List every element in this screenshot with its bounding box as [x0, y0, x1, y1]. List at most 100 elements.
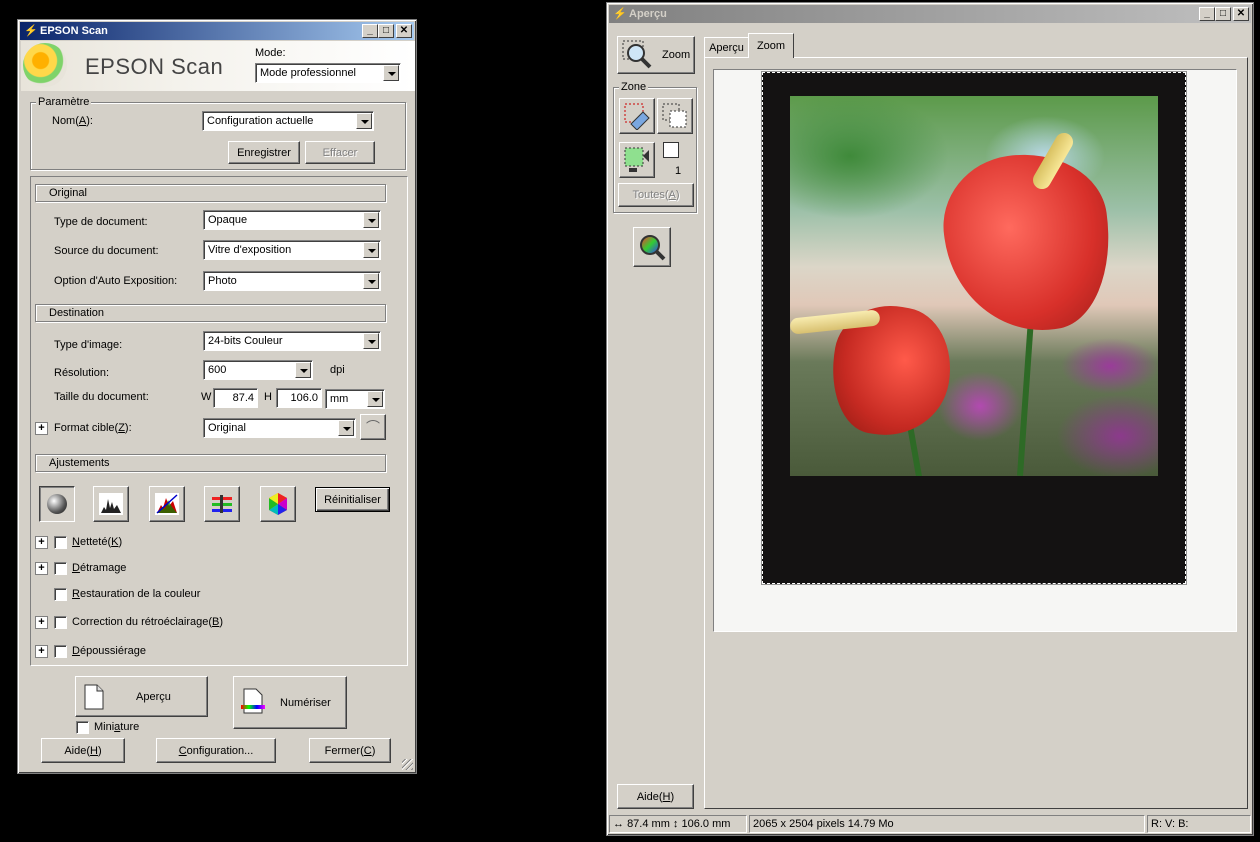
scan-preview-area[interactable] [713, 69, 1237, 632]
tab-zoom[interactable]: Zoom [748, 33, 794, 58]
backlight-label: Correction du rétroéclairage(B) [72, 616, 224, 628]
chevron-down-icon[interactable] [363, 212, 379, 228]
erase-zone-button[interactable] [619, 98, 655, 134]
sharpness-expand-button[interactable]: + [35, 536, 48, 549]
reset-button[interactable]: Réinitialiser [315, 487, 390, 512]
help-button[interactable]: Aide(H) [41, 738, 125, 763]
color-palette-tool-button[interactable] [260, 486, 296, 522]
zone-marquee-icon [663, 142, 679, 158]
height-input[interactable]: 106.0 [276, 388, 322, 408]
destination-section-header[interactable]: Destination [35, 304, 386, 322]
mode-value: Mode professionnel [260, 67, 357, 79]
doc-type-select[interactable]: Opaque [203, 210, 381, 230]
preview-button[interactable]: Aperçu [75, 676, 208, 717]
auto-exposure-tool-button[interactable] [39, 486, 75, 522]
preview-help-button[interactable]: Aide(H) [617, 784, 694, 809]
scan-button-label: Numériser [280, 696, 331, 709]
main-titlebar[interactable]: ⚡ EPSON Scan _ □ ✕ [20, 22, 414, 40]
color-restoration-checkbox[interactable] [54, 588, 67, 601]
maximize-button[interactable]: □ [1215, 7, 1231, 21]
auto-exposure-select[interactable]: Photo [203, 271, 381, 291]
image-type-value: 24-bits Couleur [208, 335, 283, 347]
doc-type-label: Type de document: [54, 216, 148, 228]
color-wheel-icon [269, 493, 287, 515]
doc-source-select[interactable]: Vitre d'exposition [203, 240, 381, 260]
save-settings-button[interactable]: Enregistrer [228, 141, 300, 164]
resolution-label: Résolution: [54, 367, 110, 379]
mode-select[interactable]: Mode professionnel [255, 63, 401, 83]
configuration-button[interactable]: Configuration... [156, 738, 276, 763]
color-balance-tool-button[interactable] [204, 486, 240, 522]
adjustments-section-header[interactable]: Ajustements [35, 454, 386, 472]
chevron-down-icon[interactable] [356, 113, 372, 129]
name-label: Nom(A): [52, 115, 93, 127]
close-window-button[interactable]: ✕ [396, 24, 412, 38]
sharpness-checkbox[interactable] [54, 536, 67, 549]
select-all-zones-button[interactable]: Toutes(A) [618, 183, 694, 207]
status-rgb: R: V: B: [1147, 815, 1251, 833]
selection-marquee[interactable] [761, 71, 1187, 585]
delete-settings-button[interactable]: Effacer [305, 141, 375, 164]
epson-app-icon: ⚡ [24, 25, 38, 37]
auto-exposure-icon [47, 494, 67, 514]
chevron-down-icon[interactable] [363, 333, 379, 349]
dust-removal-expand-button[interactable]: + [35, 645, 48, 658]
eraser-icon [624, 103, 650, 130]
doc-size-label: Taille du document: [54, 391, 149, 403]
chevron-down-icon[interactable] [367, 391, 383, 407]
brand-title: EPSON Scan [85, 54, 224, 79]
histogram-tool-button[interactable] [93, 486, 129, 522]
width-input[interactable]: 87.4 [213, 388, 258, 408]
close-button[interactable]: Fermer(C) [309, 738, 391, 763]
original-section-header[interactable]: Original [35, 184, 386, 202]
color-balance-icon [212, 495, 232, 513]
auto-locate-button[interactable] [619, 142, 655, 178]
target-format-value: Original [208, 422, 246, 434]
descreening-expand-button[interactable]: + [35, 562, 48, 575]
minimize-button[interactable]: _ [1199, 7, 1215, 21]
tone-curve-tool-button[interactable] [149, 486, 185, 522]
thumbnail-checkbox[interactable] [76, 721, 89, 734]
status-size: ↔ 87.4 mm ↕ 106.0 mm [609, 815, 747, 833]
auto-exposure-value: Photo [208, 275, 237, 287]
image-adjust-preview-button[interactable] [633, 227, 671, 267]
tab-apercu[interactable]: Aperçu [704, 37, 749, 57]
dust-removal-checkbox[interactable] [54, 645, 67, 658]
epson-app-icon: ⚡ [613, 8, 627, 20]
close-window-button[interactable]: ✕ [1233, 7, 1249, 21]
chevron-down-icon[interactable] [363, 273, 379, 289]
status-height: 106.0 mm [681, 818, 731, 830]
image-type-label: Type d'image: [54, 339, 123, 351]
chevron-down-icon[interactable] [295, 362, 311, 378]
copy-zone-button[interactable] [657, 98, 693, 134]
maximize-button[interactable]: □ [378, 24, 394, 38]
zone-count: 1 [675, 165, 682, 177]
preview-titlebar[interactable]: ⚡ Aperçu _ □ ✕ [609, 5, 1251, 23]
image-type-select[interactable]: 24-bits Couleur [203, 331, 381, 351]
zoom-button[interactable]: Zoom [617, 36, 695, 74]
chevron-down-icon[interactable] [363, 242, 379, 258]
target-format-expand-button[interactable]: + [35, 422, 48, 435]
descreening-checkbox[interactable] [54, 562, 67, 575]
resize-grip-icon[interactable] [402, 759, 413, 770]
histogram-icon [99, 493, 123, 515]
settings-name-select[interactable]: Configuration actuelle [202, 111, 374, 131]
scan-button[interactable]: Numériser [233, 676, 347, 729]
backlight-expand-button[interactable]: + [35, 616, 48, 629]
chevron-down-icon[interactable] [338, 420, 354, 436]
sharpness-label: Netteté(K) [72, 536, 123, 548]
resolution-value: 600 [208, 364, 227, 376]
minimize-button[interactable]: _ [362, 24, 378, 38]
preview-button-label: Aperçu [136, 690, 171, 703]
zone-group-title: Zone [619, 81, 649, 93]
size-unit-select[interactable]: mm [325, 389, 385, 409]
resolution-select[interactable]: 600 [203, 360, 313, 380]
target-format-select[interactable]: Original [203, 418, 356, 438]
doc-source-value: Vitre d'exposition [208, 244, 292, 256]
thumbnail-label: Miniature [94, 721, 140, 733]
backlight-checkbox[interactable] [54, 616, 67, 629]
target-format-edit-button[interactable]: ⌒ [360, 414, 386, 440]
chevron-down-icon[interactable] [383, 65, 399, 81]
height-arrows-icon: ↕ [672, 818, 679, 830]
color-restoration-label: Restauration de la couleur [72, 588, 201, 600]
